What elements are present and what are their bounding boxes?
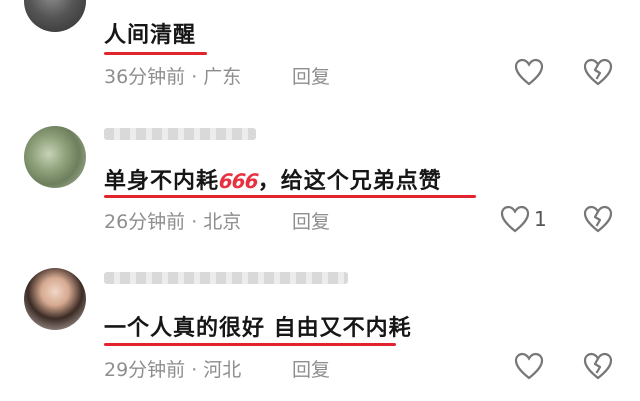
avatar[interactable] [24,0,86,32]
red-underline [104,52,207,55]
comment-text: 人间清醒 [104,23,197,48]
heart-outline-icon[interactable] [514,58,544,86]
reply-button[interactable]: 回复 [292,207,330,234]
broken-heart-icon[interactable] [583,58,613,86]
broken-heart-icon[interactable] [583,205,613,233]
emoji-666: 666 [217,169,260,193]
reply-button[interactable]: 回复 [292,62,330,89]
comment-text-part: 单身不内耗 [104,169,220,194]
avatar[interactable] [24,126,86,188]
comment-meta: 26分钟前 · 北京 [104,211,242,233]
comment-meta: 36分钟前 · 广东 [104,66,242,88]
comment-text-part: ，给这个兄弟点赞 [257,169,442,194]
red-underline [104,195,476,198]
username-blurred[interactable] [104,128,256,140]
username-blurred[interactable] [104,272,348,284]
avatar[interactable] [24,268,86,330]
like-count: 1 [534,207,547,231]
red-underline [104,343,396,346]
comment-meta: 29分钟前 · 河北 [104,359,242,381]
heart-outline-icon[interactable] [500,205,530,233]
heart-outline-icon[interactable] [514,352,544,380]
broken-heart-icon[interactable] [583,352,613,380]
comment-text: 单身不内耗666，给这个兄弟点赞 [104,163,442,195]
comment-text: 一个人真的很好 自由又不内耗 [104,316,412,341]
reply-button[interactable]: 回复 [292,355,330,382]
